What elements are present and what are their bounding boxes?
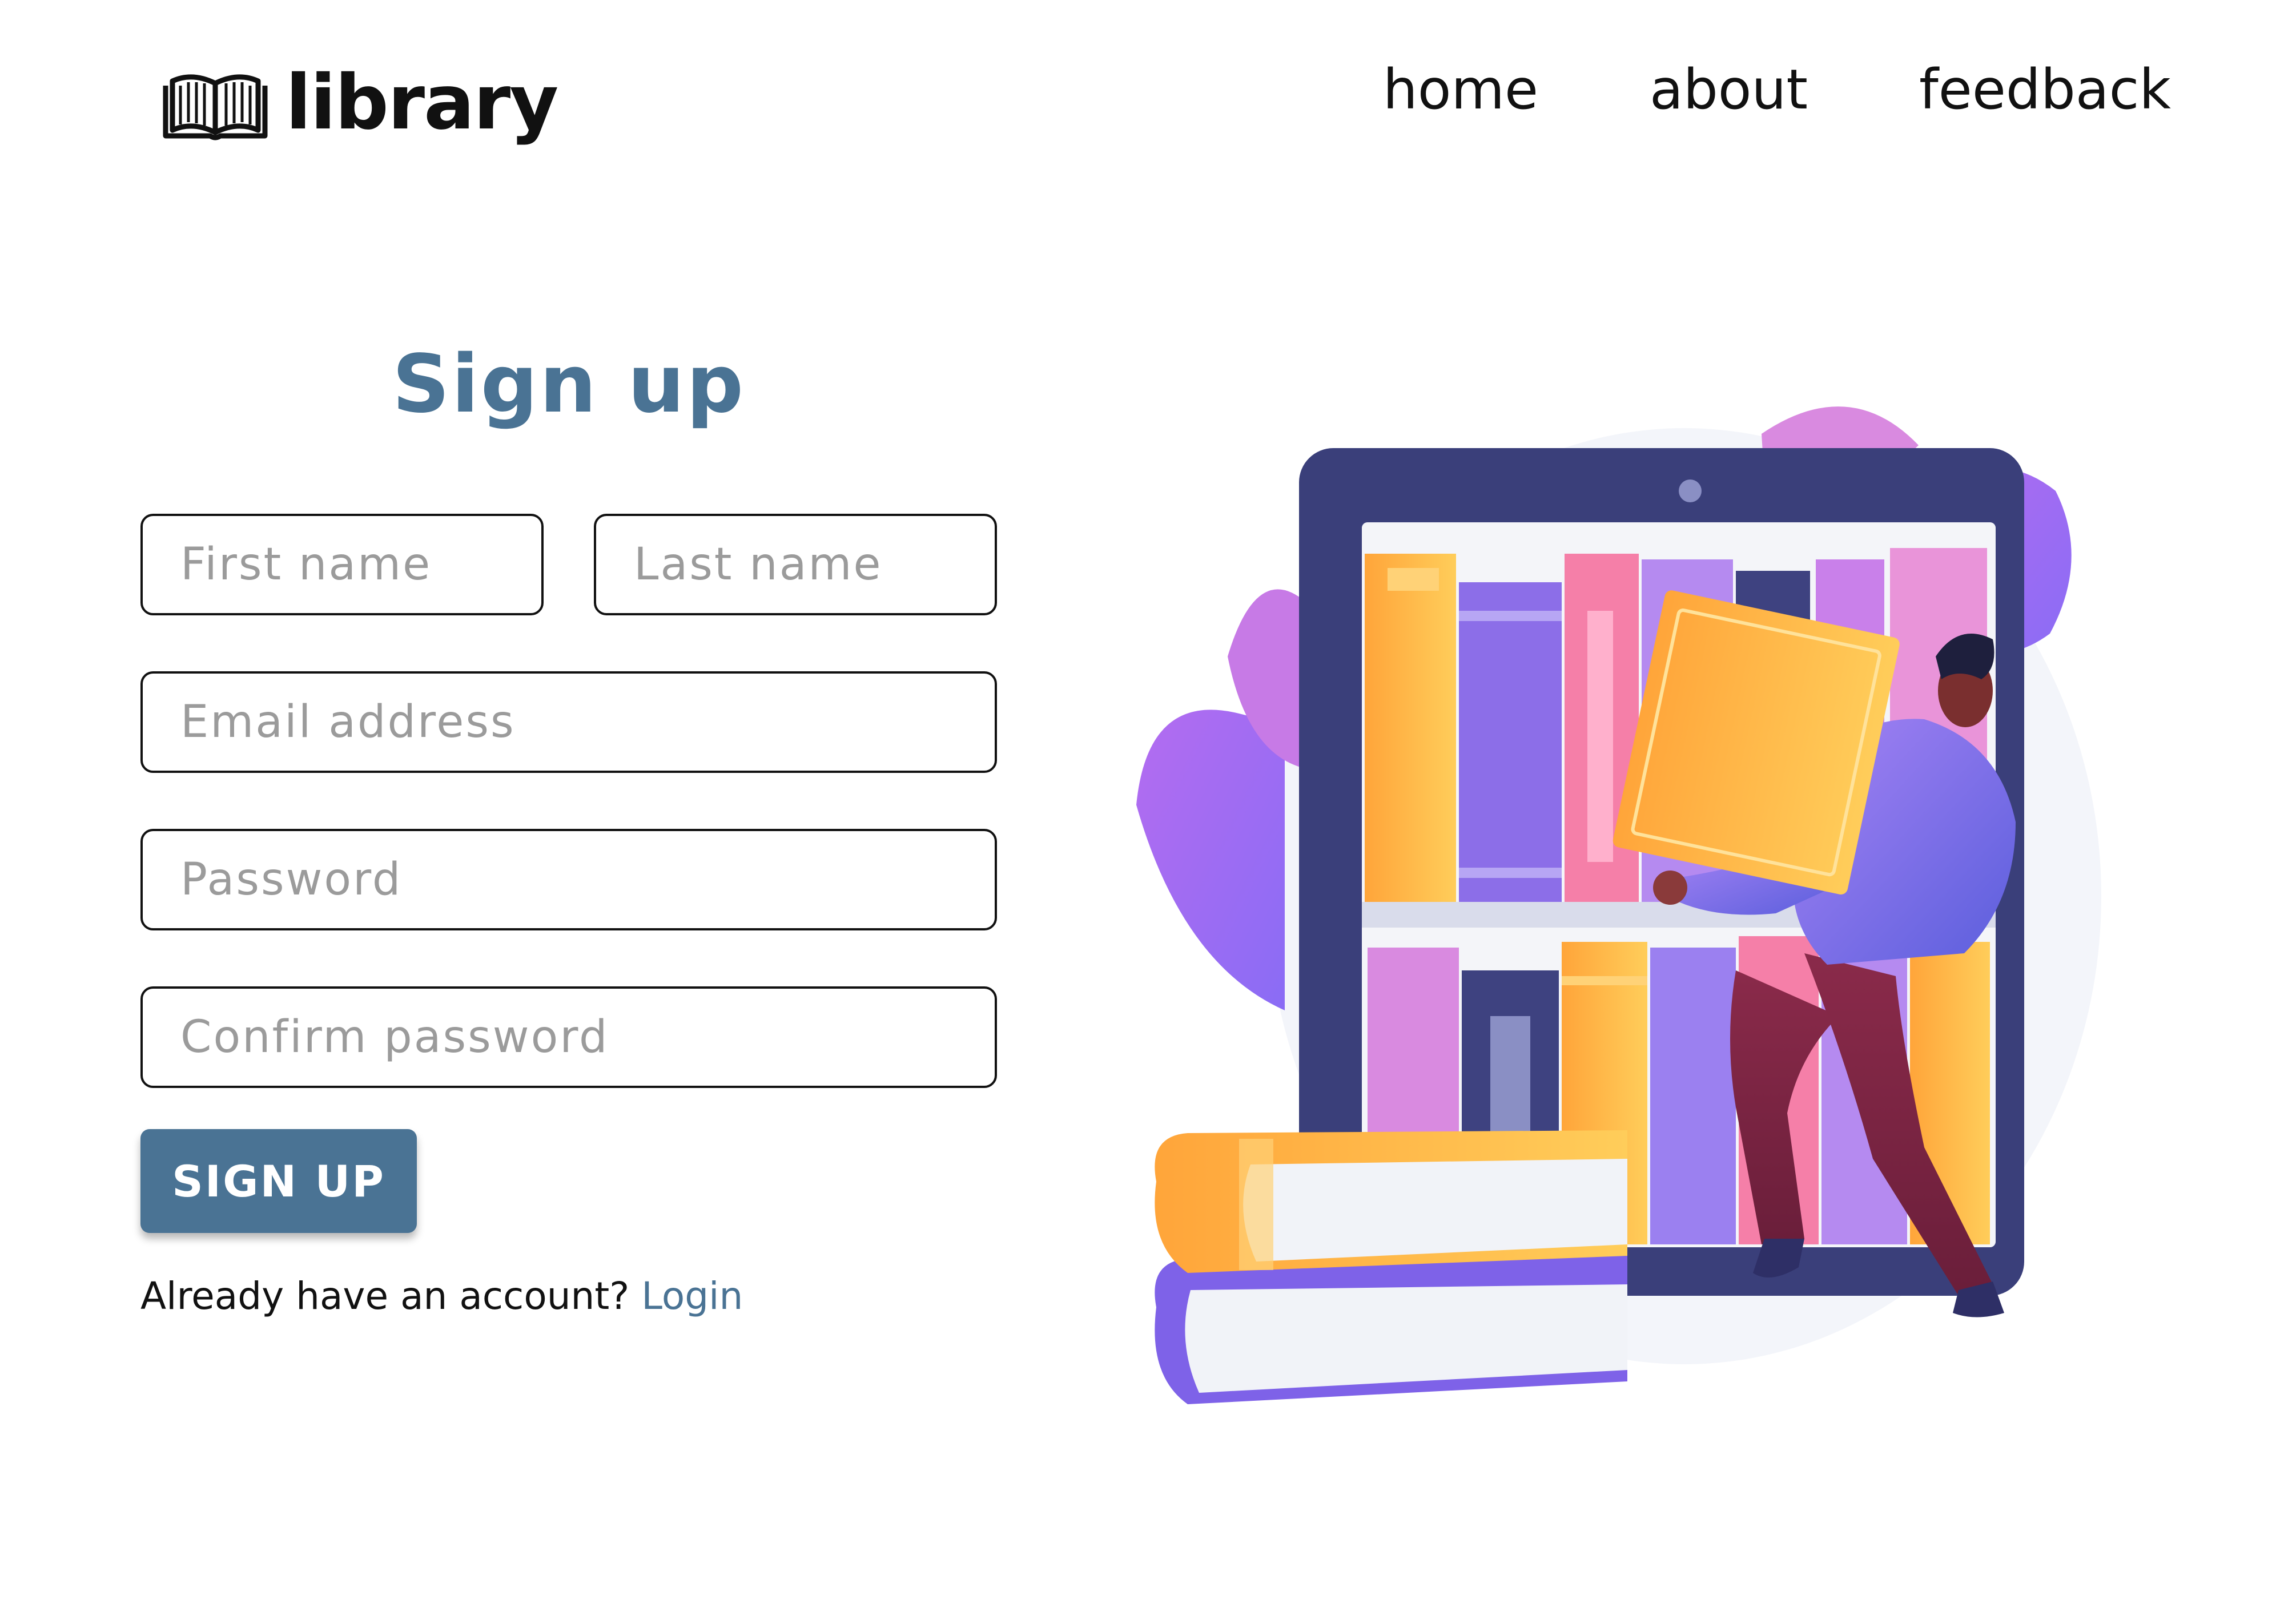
nav-feedback-link[interactable]: feedback <box>1919 57 2171 123</box>
nav-about-link[interactable]: about <box>1650 57 1808 123</box>
confirm-password-field[interactable] <box>140 986 997 1088</box>
nav-home-link[interactable]: home <box>1383 57 1538 123</box>
first-name-field[interactable] <box>140 514 544 615</box>
top-nav: home about feedback <box>1383 57 2171 123</box>
login-prompt-text: Already have an account? <box>140 1274 630 1318</box>
logo-text: library <box>286 59 558 147</box>
open-book-icon <box>161 68 270 143</box>
page-title: Sign up <box>392 338 746 431</box>
password-field[interactable] <box>140 829 997 930</box>
signup-page: library home about feedback Sign up SIGN… <box>0 0 2284 1624</box>
sign-up-button[interactable]: SIGN UP <box>140 1129 417 1233</box>
library-illustration <box>1136 371 2193 1427</box>
last-name-field[interactable] <box>594 514 997 615</box>
logo[interactable]: library <box>161 59 558 148</box>
login-prompt: Already have an account? Login <box>140 1274 743 1318</box>
email-field[interactable] <box>140 671 997 773</box>
login-link[interactable]: Login <box>641 1274 743 1318</box>
